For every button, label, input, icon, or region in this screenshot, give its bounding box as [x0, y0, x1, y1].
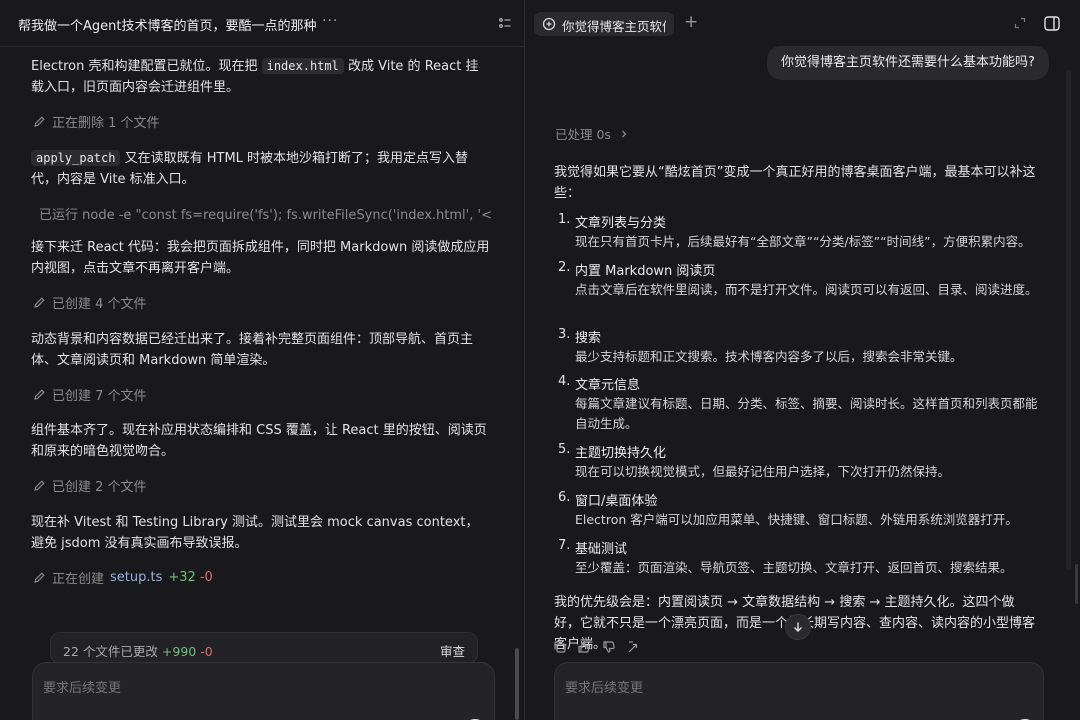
feature-item-title: 搜索: [575, 331, 602, 346]
feature-item-number: 1.: [558, 212, 571, 227]
left-composer[interactable]: 要求后续变更: [32, 662, 495, 720]
thumbs-down-icon[interactable]: [602, 640, 616, 654]
user-message-bubble: 你觉得博客主页软件还需要什么基本功能吗?: [767, 46, 1049, 80]
action-ran-command[interactable]: 已运行 node -e "const fs=require('fs'); fs.…: [33, 204, 493, 223]
pencil-icon: [34, 480, 45, 491]
action-created-4-files[interactable]: 已创建 4 个文件: [33, 293, 147, 312]
lines-removed: -0: [199, 570, 213, 585]
files-changed-bar[interactable]: 22 个文件已更改 +990 -0 审查: [50, 632, 478, 664]
feature-item-number: 3.: [558, 327, 571, 342]
left-composer-placeholder: 要求后续变更: [43, 681, 122, 696]
processed-status[interactable]: 已处理 0s: [555, 124, 629, 143]
feature-item-title: 文章列表与分类: [575, 216, 667, 231]
feature-item-number: 2.: [558, 260, 571, 275]
share-icon[interactable]: [627, 640, 641, 654]
feature-item-title: 内置 Markdown 阅读页: [575, 264, 716, 279]
message-paragraph-1: Electron 壳和构建配置已就位。现在把 index.html 改成 Vit…: [31, 58, 479, 95]
feature-item-description: 每篇文章建议有标题、日期、分类、标签、摘要、阅读时长。这样首页和列表页都能自动生…: [575, 396, 1038, 431]
tab-current-chat[interactable]: 你觉得博客主页软件: [534, 12, 674, 36]
feature-item-number: 5.: [558, 442, 571, 457]
feature-item-number: 7.: [558, 538, 571, 553]
feature-item-title: 文章元信息: [575, 378, 641, 393]
lines-added: +32: [168, 570, 196, 585]
file-name-link[interactable]: setup.ts: [110, 570, 162, 585]
more-options-button[interactable]: ···: [322, 13, 338, 29]
copy-icon[interactable]: [553, 640, 567, 654]
pencil-icon: [34, 389, 45, 400]
new-chat-icon: [542, 17, 556, 31]
feature-item-description: 至少覆盖：页面渲染、导航页签、主题切换、文章打开、返回首页、搜索结果。: [575, 560, 1013, 575]
right-scrollbar-track[interactable]: [1066, 70, 1071, 570]
code-apply-patch: apply_patch: [31, 150, 121, 166]
code-index-html: index.html: [261, 58, 344, 74]
feature-item-title: 基础测试: [575, 542, 628, 557]
pencil-icon: [34, 297, 45, 308]
expand-icon[interactable]: [1014, 17, 1026, 29]
feature-item-description: 点击文章后在软件里阅读，而不是打开文件。阅读页可以有返回、目录、阅读进度。: [575, 282, 1038, 297]
feature-item-number: 6.: [558, 490, 571, 505]
feature-item-title: 窗口/桌面体验: [575, 494, 658, 509]
window-edge-handle[interactable]: [1075, 564, 1078, 604]
right-composer[interactable]: 要求后续变更: [554, 662, 1044, 720]
feature-item-description: 现在只有首页卡片，后续最好有“全部文章”“分类/标签”“时间线”，方便积累内容。: [575, 234, 1031, 249]
pencil-icon: [34, 572, 45, 583]
new-tab-button[interactable]: +: [684, 12, 698, 32]
action-created-2-files[interactable]: 已创建 2 个文件: [33, 476, 147, 495]
feature-item-description: 现在可以切换视觉模式，但最好记住用户选择，下次打开仍然保持。: [575, 464, 951, 479]
tab-label: 你觉得博客主页软件: [562, 19, 666, 34]
right-pane: 你觉得博客主页软件 + 你觉得博客主页软件还需要什么基本功能吗? 已处理 0s …: [526, 0, 1080, 720]
message-paragraph-4: 动态背景和内容数据已经迁出来了。接着补完整页面组件：顶部导航、首页主体、文章阅读…: [31, 332, 474, 368]
files-changed-count: 22 个文件已更改: [63, 644, 158, 659]
total-lines-added: +990: [161, 644, 197, 659]
left-scrollbar[interactable]: [515, 648, 519, 720]
message-paragraph-3: 接下来迁 React 代码：我会把页面拆成组件，同时把 Markdown 阅读做…: [31, 240, 490, 276]
feature-item-number: 4.: [558, 374, 571, 389]
total-lines-removed: -0: [200, 644, 213, 659]
feature-item-description: 最少支持标题和正文搜索。技术博客内容多了以后，搜索会非常关键。: [575, 349, 963, 364]
arrow-down-icon: [794, 622, 802, 632]
feature-item-title: 主题切换持久化: [575, 446, 667, 461]
right-header: 你觉得博客主页软件 +: [526, 0, 1080, 47]
answer-intro: 我觉得如果它要从“酷炫首页”变成一个真正好用的博客桌面客户端，最基本可以补这些：: [554, 165, 1036, 201]
message-paragraph-5: 组件基本齐了。现在补应用状态编排和 CSS 覆盖，让 React 里的按钮、阅读…: [31, 423, 487, 459]
right-composer-placeholder: 要求后续变更: [565, 681, 644, 696]
thumbs-up-icon[interactable]: [577, 640, 591, 654]
left-header: 帮我做一个Agent技术博客的首页，要酷一点的那种 ···: [0, 0, 524, 47]
chevron-right-icon: [621, 130, 627, 138]
message-paragraph-6: 现在补 Vitest 和 Testing Library 测试。测试里会 moc…: [31, 515, 479, 551]
message-paragraph-2: apply_patch 又在读取既有 HTML 时被本地沙箱打断了；我用定点写入…: [31, 150, 469, 187]
panel-icon[interactable]: [1044, 16, 1060, 31]
action-created-7-files[interactable]: 已创建 7 个文件: [33, 385, 147, 404]
thread-title[interactable]: 帮我做一个Agent技术博客的首页，要酷一点的那种: [18, 15, 316, 34]
feature-item-description: Electron 客户端可以加应用菜单、快捷键、窗口标题、外链用系统浏览器打开。: [575, 512, 1018, 527]
action-deleting-file[interactable]: 正在删除 1 个文件: [33, 112, 160, 131]
pencil-icon: [34, 116, 45, 127]
scroll-to-bottom-button[interactable]: [785, 614, 811, 640]
review-button[interactable]: 审查: [440, 641, 465, 660]
list-icon[interactable]: [498, 16, 512, 30]
left-pane: 帮我做一个Agent技术博客的首页，要酷一点的那种 ··· Electron 壳…: [0, 0, 525, 720]
action-creating-setup[interactable]: 正在创建 setup.ts +32 -0: [33, 568, 213, 587]
